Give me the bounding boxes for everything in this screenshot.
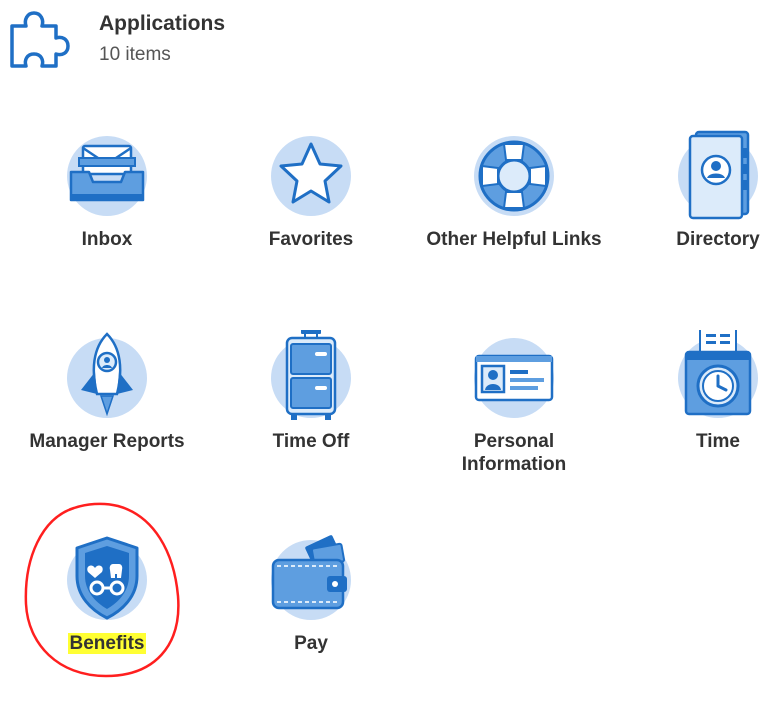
suitcase-icon	[271, 330, 351, 420]
app-tile-label: Time	[695, 431, 740, 452]
applications-header: Applications 10 items	[0, 0, 761, 80]
app-tile-time[interactable]: Time	[628, 330, 761, 520]
time-clock-icon	[678, 330, 758, 418]
lifebuoy-icon	[474, 136, 554, 216]
app-tile-label: Other Helpful Links	[426, 229, 602, 250]
inbox-icon	[67, 136, 147, 216]
rocket-icon	[67, 332, 147, 418]
app-tile-label: Favorites	[268, 229, 354, 250]
app-tile-manager-reports[interactable]: Manager Reports	[17, 330, 197, 520]
benefits-shield-icon	[67, 536, 147, 620]
puzzle-piece-icon	[10, 11, 70, 68]
app-tile-directory[interactable]: Directory	[628, 128, 761, 318]
app-tile-label: Directory	[676, 229, 760, 250]
app-tile-benefits[interactable]: Benefits	[17, 532, 197, 722]
app-tile-label: Personal Information	[461, 431, 567, 475]
highlighted-label: Benefits	[67, 633, 147, 654]
directory-book-icon	[678, 130, 758, 220]
app-tile-label: Pay	[294, 633, 328, 654]
app-tile-pay[interactable]: Pay	[221, 532, 401, 722]
item-count: 10 items	[99, 44, 171, 65]
app-tile-other-helpful-links[interactable]: Other Helpful Links	[424, 128, 604, 318]
app-tile-personal-information[interactable]: Personal Information	[424, 330, 604, 520]
app-tile-label: Benefits	[17, 632, 197, 655]
app-tile-label: Manager Reports	[29, 431, 185, 452]
app-tile-label: Time Off	[272, 431, 350, 452]
app-tile-inbox[interactable]: Inbox	[17, 128, 197, 318]
star-icon	[271, 136, 351, 216]
app-tile-favorites[interactable]: Favorites	[221, 128, 401, 318]
id-card-icon	[474, 338, 554, 418]
page-title: Applications	[99, 12, 226, 35]
app-tile-label: Inbox	[81, 229, 133, 250]
wallet-icon	[271, 535, 351, 620]
app-tile-time-off[interactable]: Time Off	[221, 330, 401, 520]
